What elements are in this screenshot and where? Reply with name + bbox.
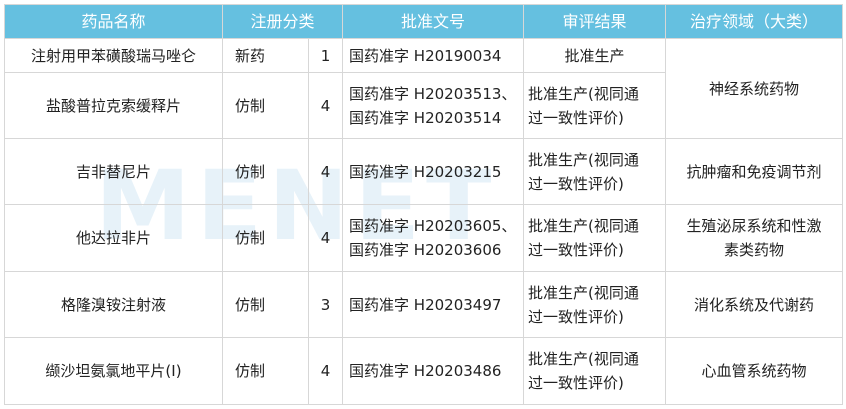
therapeutic-area-line: 生殖泌尿系统和性激 bbox=[686, 217, 822, 235]
cell-review-result: 批准生产 bbox=[523, 38, 667, 73]
approval-number-line: 国药准字 H20203514 bbox=[349, 108, 502, 127]
review-result-line: 批准生产 bbox=[564, 46, 625, 65]
cell-registration-type: 仿制 bbox=[222, 72, 309, 139]
cell-drug-name: 盐酸普拉克索缓释片 bbox=[4, 72, 223, 139]
review-result-line: 过一致性评价) bbox=[528, 174, 624, 193]
cell-drug-name: 吉非替尼片 bbox=[4, 138, 223, 205]
approval-number-line: 国药准字 H20203215 bbox=[349, 162, 502, 181]
therapeutic-area-line: 心血管系统药物 bbox=[701, 362, 807, 380]
cell-registration-type: 仿制 bbox=[222, 138, 309, 205]
approval-number-line: 国药准字 H20203605、 bbox=[349, 217, 517, 235]
cell-therapeutic-area: 生殖泌尿系统和性激 素类药物 bbox=[665, 204, 844, 272]
cell-review-result: 批准生产(视同通 过一致性评价) bbox=[523, 337, 667, 405]
table-header-row: 药品名称 注册分类 批准文号 审评结果 治疗领域（大类） bbox=[4, 4, 844, 39]
table-row: 格隆溴铵注射液 仿制 3 国药准字 H20203497 批准生产(视同通 过一致性… bbox=[4, 271, 844, 338]
therapeutic-area-line: 素类药物 bbox=[724, 241, 785, 259]
cell-registration-type: 仿制 bbox=[222, 204, 309, 272]
header-review-result: 审评结果 bbox=[523, 4, 667, 39]
cell-registration-class: 4 bbox=[307, 337, 344, 405]
cell-registration-class: 1 bbox=[307, 38, 344, 73]
review-result-line: 批准生产(视同通 bbox=[528, 150, 639, 169]
cell-registration-class: 3 bbox=[307, 271, 344, 338]
therapeutic-area-line: 神经系统药物 bbox=[709, 79, 800, 98]
table-row: 缬沙坦氨氯地平片(Ⅰ) 仿制 4 国药准字 H20203486 批准生产(视同通… bbox=[4, 337, 844, 405]
cell-drug-name: 缬沙坦氨氯地平片(Ⅰ) bbox=[4, 337, 223, 405]
cell-approval-number: 国药准字 H20203215 bbox=[342, 138, 525, 205]
cell-therapeutic-area: 心血管系统药物 bbox=[665, 337, 844, 405]
therapeutic-area-line: 消化系统及代谢药 bbox=[694, 295, 815, 314]
cell-drug-name: 注射用甲苯磺酸瑞马唑仑 bbox=[4, 38, 223, 73]
review-result-line: 批准生产(视同通 bbox=[528, 350, 639, 368]
cell-drug-name: 他达拉非片 bbox=[4, 204, 223, 272]
header-therapeutic-area: 治疗领域（大类） bbox=[665, 4, 844, 39]
cell-drug-name: 格隆溴铵注射液 bbox=[4, 271, 223, 338]
cell-approval-number: 国药准字 H20203497 bbox=[342, 271, 525, 338]
cell-approval-number: 国药准字 H20203486 bbox=[342, 337, 525, 405]
cell-approval-number: 国药准字 H20203513、 国药准字 H20203514 bbox=[342, 72, 525, 139]
cell-approval-number: 国药准字 H20203605、 国药准字 H20203606 bbox=[342, 204, 525, 272]
approval-number-line: 国药准字 H20203486 bbox=[349, 362, 502, 380]
header-drug-name: 药品名称 bbox=[4, 4, 223, 39]
header-registration-category: 注册分类 bbox=[221, 4, 344, 39]
review-result-line: 批准生产(视同通 bbox=[528, 217, 639, 235]
review-result-line: 过一致性评价) bbox=[528, 374, 624, 392]
review-result-line: 批准生产(视同通 bbox=[528, 84, 639, 103]
cell-review-result: 批准生产(视同通 过一致性评价) bbox=[523, 138, 667, 205]
approval-number-line: 国药准字 H20203497 bbox=[349, 295, 502, 314]
table-row: 吉非替尼片 仿制 4 国药准字 H20203215 批准生产(视同通 过一致性评价… bbox=[4, 138, 844, 205]
cell-registration-type: 仿制 bbox=[222, 271, 309, 338]
approval-number-line: 国药准字 H20203513、 bbox=[349, 84, 517, 103]
approval-number-line: 国药准字 H20203606 bbox=[349, 241, 502, 259]
approval-number-line: 国药准字 H20190034 bbox=[349, 46, 502, 65]
review-result-line: 过一致性评价) bbox=[528, 241, 624, 259]
table-row: 他达拉非片 仿制 4 国药准字 H20203605、 国药准字 H20203606… bbox=[4, 204, 844, 272]
cell-registration-class: 4 bbox=[307, 72, 344, 139]
table-row: 注射用甲苯磺酸瑞马唑仑 新药 1 国药准字 H20190034 批准生产 神经系… bbox=[4, 38, 844, 139]
cell-therapeutic-area: 神经系统药物 bbox=[665, 38, 844, 139]
review-result-line: 批准生产(视同通 bbox=[528, 283, 639, 302]
cell-registration-type: 仿制 bbox=[222, 337, 309, 405]
cell-registration-class: 4 bbox=[307, 204, 344, 272]
therapeutic-area-line: 抗肿瘤和免疫调节剂 bbox=[686, 162, 822, 181]
review-result-line: 过一致性评价) bbox=[528, 307, 624, 326]
cell-registration-class: 4 bbox=[307, 138, 344, 205]
cell-approval-number: 国药准字 H20190034 bbox=[342, 38, 525, 73]
cell-review-result: 批准生产(视同通 过一致性评价) bbox=[523, 72, 667, 139]
cell-review-result: 批准生产(视同通 过一致性评价) bbox=[523, 204, 667, 272]
cell-registration-type: 新药 bbox=[222, 38, 309, 73]
cell-review-result: 批准生产(视同通 过一致性评价) bbox=[523, 271, 667, 338]
header-approval-number: 批准文号 bbox=[342, 4, 525, 39]
cell-therapeutic-area: 抗肿瘤和免疫调节剂 bbox=[665, 138, 844, 205]
cell-therapeutic-area: 消化系统及代谢药 bbox=[665, 271, 844, 338]
review-result-line: 过一致性评价) bbox=[528, 108, 624, 127]
drug-approval-table: 药品名称 注册分类 批准文号 审评结果 治疗领域（大类） 注射用甲苯磺酸瑞马唑仑… bbox=[4, 4, 844, 405]
